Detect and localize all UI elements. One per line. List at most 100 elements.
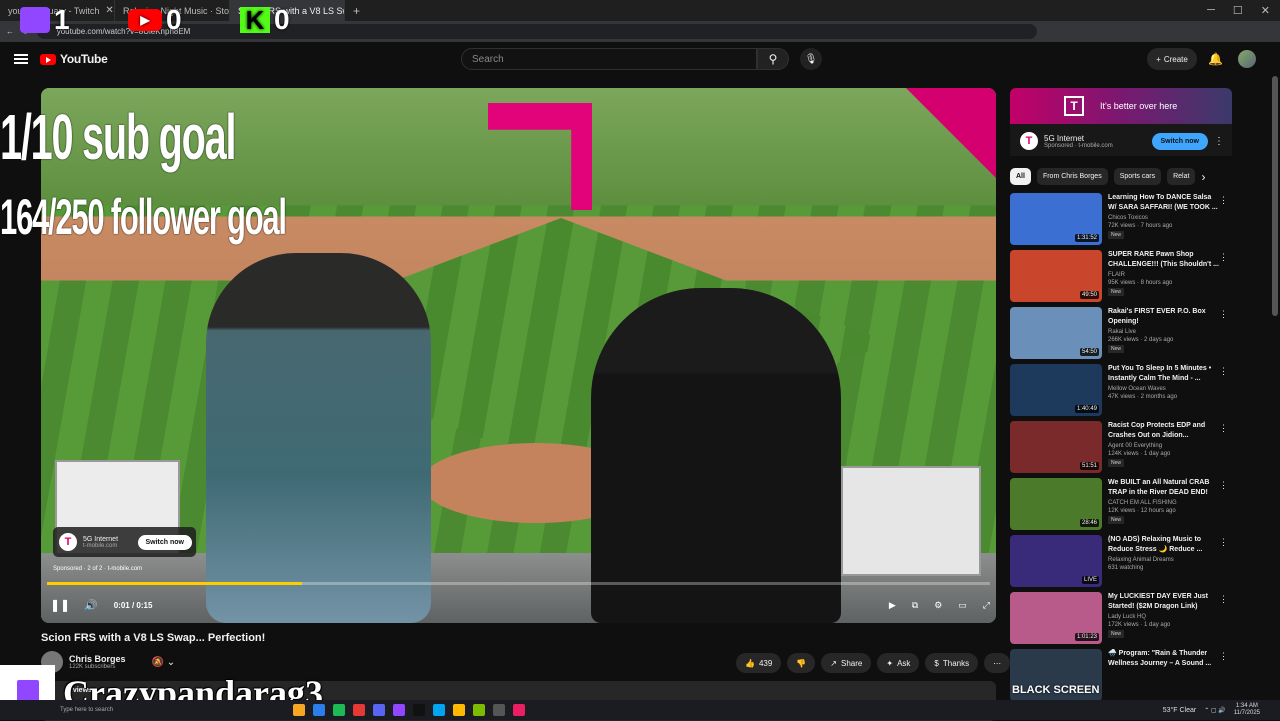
taskbar-app-icon[interactable] (453, 704, 466, 716)
video-item-title[interactable]: My LUCKIEST DAY EVER Just Started! ($2M … (1108, 592, 1220, 612)
video-thumbnail[interactable]: 1:31:52 (1010, 193, 1102, 245)
list-item[interactable]: 28:46 We BUILT an All Natural CRAB TRAP … (1010, 478, 1232, 534)
list-item[interactable]: 1:31:52 Learning How To DANCE Salsa W/ S… (1010, 193, 1232, 249)
fullscreen-icon[interactable]: ⤢ (983, 600, 990, 611)
taskbar-app-icon[interactable] (433, 704, 446, 716)
taskbar-app-icon[interactable] (333, 704, 346, 716)
volume-icon[interactable]: 🔊 (84, 599, 98, 612)
video-thumbnail[interactable]: 49:50 (1010, 250, 1102, 302)
taskbar-app-icon[interactable] (413, 704, 426, 716)
chevron-right-icon[interactable]: › (1201, 170, 1205, 184)
video-item-channel[interactable]: Chicos Toxicos (1108, 215, 1220, 221)
taskbar-app-icon[interactable] (493, 704, 506, 716)
hamburger-menu-icon[interactable] (14, 54, 28, 64)
weather-widget[interactable]: 53°F Clear (1163, 707, 1197, 714)
taskbar-app-icon[interactable] (313, 704, 326, 716)
new-tab-button[interactable]: + (345, 4, 368, 18)
mic-button[interactable]: 🎙 (800, 48, 822, 70)
more-vert-icon[interactable]: ⋮ (1219, 309, 1228, 320)
taskbar-app-icon[interactable] (393, 704, 406, 716)
list-item[interactable]: 1:40:49 Put You To Sleep In 5 Minutes • … (1010, 364, 1232, 420)
dislike-button[interactable]: 👎 (787, 653, 816, 673)
taskbar-search[interactable]: Type here to search (60, 707, 113, 713)
clock[interactable]: 1:34 AM 11/7/2025 (1234, 703, 1260, 717)
more-actions-button[interactable]: ⋯ (984, 653, 1011, 673)
chip-2[interactable]: Sports cars (1113, 168, 1162, 185)
video-item-title[interactable]: We BUILT an All Natural CRAB TRAP in the… (1108, 478, 1220, 498)
video-thumbnail[interactable]: 1:40:49 (1010, 364, 1102, 416)
video-thumbnail[interactable]: 1:01:23 (1010, 592, 1102, 644)
chip-3[interactable]: Relat (1167, 168, 1196, 185)
notifications-bell-icon[interactable]: 🔔 (1208, 52, 1223, 66)
taskbar-app-icon[interactable] (373, 704, 386, 716)
video-item-channel[interactable]: CATCH EM ALL FISHING (1108, 500, 1220, 506)
chip-1[interactable]: From Chris Borges (1036, 168, 1108, 185)
video-item-channel[interactable]: FLAIR (1108, 272, 1220, 278)
list-item[interactable]: 🌧️ Program: "Rain & Thunder Wellness Jou… (1010, 649, 1232, 705)
tray-icons[interactable]: ⌃ ▢ 🔊 (1204, 707, 1226, 714)
create-button[interactable]: + Create (1147, 48, 1197, 70)
progress-bar[interactable] (47, 582, 990, 585)
sidebar-ad-banner[interactable]: T It's better over here (1010, 88, 1232, 124)
more-vert-icon[interactable]: ⋮ (1214, 136, 1224, 147)
list-item[interactable]: 51:51 Racist Cop Protects EDP and Crashe… (1010, 421, 1232, 477)
list-item[interactable]: LIVE (NO ADS) Relaxing Music to Reduce S… (1010, 535, 1232, 591)
taskbar-app-icon[interactable] (293, 704, 306, 716)
taskbar-app-icon[interactable] (513, 704, 526, 716)
minimize-icon[interactable]: ─ (1207, 4, 1215, 17)
chip-0[interactable]: All (1010, 168, 1031, 185)
video-item-channel[interactable]: Mellow Ocean Waves (1108, 386, 1220, 392)
maximize-icon[interactable]: ☐ (1233, 4, 1243, 17)
player-ad-card[interactable]: T 5G Internet t-mobile.com Switch now (53, 527, 196, 557)
captions-icon[interactable]: ⧉ (912, 600, 918, 611)
video-item-title[interactable]: Racist Cop Protects EDP and Crashes Out … (1108, 421, 1220, 441)
video-item-title[interactable]: 🌧️ Program: "Rain & Thunder Wellness Jou… (1108, 649, 1220, 669)
autoplay-icon[interactable]: ▶ (889, 600, 896, 611)
share-button[interactable]: ↗ Share (821, 653, 872, 673)
thanks-button[interactable]: $ Thanks (925, 653, 979, 673)
url-field[interactable]: youtube.com/watch?v=8UleKnph8EM (36, 24, 1037, 39)
more-vert-icon[interactable]: ⋮ (1219, 651, 1228, 662)
pause-icon[interactable]: ❚❚ (50, 598, 70, 612)
video-thumbnail[interactable]: 54:50 (1010, 307, 1102, 359)
youtube-logo[interactable]: YouTube (40, 52, 108, 66)
taskbar-app-icon[interactable] (353, 704, 366, 716)
more-vert-icon[interactable]: ⋮ (1219, 537, 1228, 548)
switch-now-button[interactable]: Switch now (137, 534, 192, 550)
search-button[interactable]: ⚲ (757, 48, 789, 70)
video-item-channel[interactable]: Agent 00 Everything (1108, 443, 1220, 449)
video-item-title[interactable]: Put You To Sleep In 5 Minutes • Instantl… (1108, 364, 1220, 384)
more-vert-icon[interactable]: ⋮ (1219, 480, 1228, 491)
video-thumbnail[interactable]: LIVE (1010, 535, 1102, 587)
channel-name[interactable]: Chris Borges (69, 654, 126, 664)
more-vert-icon[interactable]: ⋮ (1219, 594, 1228, 605)
video-item-channel[interactable]: Lady Luck HQ (1108, 614, 1220, 620)
miniplayer-icon[interactable]: ▭ (958, 600, 967, 611)
video-item-title[interactable]: Learning How To DANCE Salsa W/ SARA SAFF… (1108, 193, 1220, 213)
video-thumbnail[interactable]: 28:46 (1010, 478, 1102, 530)
close-icon[interactable]: ✕ (105, 5, 113, 16)
page-scrollbar[interactable] (1272, 76, 1278, 316)
like-button[interactable]: 👍 439 (736, 653, 782, 673)
video-item-channel[interactable]: Rakai Live (1108, 329, 1220, 335)
video-item-channel[interactable]: Relaxing Animal Dreams (1108, 557, 1220, 563)
list-item[interactable]: 54:50 Rakai's FIRST EVER P.O. Box Openin… (1010, 307, 1232, 363)
more-vert-icon[interactable]: ⋮ (1219, 252, 1228, 263)
settings-gear-icon[interactable]: ⚙ (934, 600, 942, 611)
more-vert-icon[interactable]: ⋮ (1219, 366, 1228, 377)
video-item-title[interactable]: SUPER RARE Pawn Shop CHALLENGE!!! (This … (1108, 250, 1220, 270)
more-vert-icon[interactable]: ⋮ (1219, 195, 1228, 206)
ask-button[interactable]: ✦ Ask (877, 653, 920, 673)
video-item-title[interactable]: (NO ADS) Relaxing Music to Reduce Stress… (1108, 535, 1220, 555)
taskbar-app-icon[interactable] (473, 704, 486, 716)
close-window-icon[interactable]: ✕ (1261, 4, 1270, 17)
video-thumbnail[interactable]: 51:51 (1010, 421, 1102, 473)
list-item[interactable]: 49:50 SUPER RARE Pawn Shop CHALLENGE!!! … (1010, 250, 1232, 306)
account-avatar[interactable] (1238, 50, 1256, 68)
search-input[interactable]: Search (461, 48, 757, 70)
back-icon[interactable]: ← (6, 27, 14, 36)
video-item-title[interactable]: Rakai's FIRST EVER P.O. Box Opening! (1108, 307, 1220, 327)
list-item[interactable]: 1:01:23 My LUCKIEST DAY EVER Just Starte… (1010, 592, 1232, 648)
sidebar-switch-now-button[interactable]: Switch now (1151, 132, 1208, 150)
more-vert-icon[interactable]: ⋮ (1219, 423, 1228, 434)
